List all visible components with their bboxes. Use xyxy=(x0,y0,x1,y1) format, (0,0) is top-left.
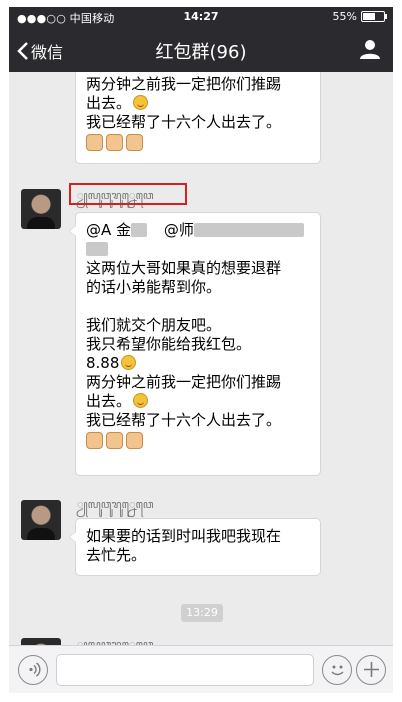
more-button[interactable] xyxy=(356,655,386,685)
message-list[interactable]: 两分钟之前我一定把你们推踢 出去。 我已经帮了十六个人出去了。 ꦾꦭꦸꦮꦸꦫꦸ꧀… xyxy=(9,72,393,645)
redacted-line xyxy=(86,240,310,259)
voice-toggle-button[interactable] xyxy=(18,655,48,685)
redacted-block xyxy=(86,242,108,256)
message-bubble[interactable]: 如果要的话到时叫我吧我现在 去忙先。 xyxy=(69,518,321,576)
emoji-row xyxy=(86,134,310,151)
sender-nickname: ꦾꦭꦸꦮꦸꦫꦸ꧀ꦤꦺꦮꦺ xyxy=(77,498,154,511)
battery-percent: 55% xyxy=(332,10,357,23)
nav-bar: 微信 红包群(96) xyxy=(9,27,393,72)
handshake-emoji-icon xyxy=(86,134,103,151)
message-line: 我们就交个朋友吧。 xyxy=(86,316,222,334)
battery-icon xyxy=(361,11,387,22)
message-line: 这两位大哥如果真的想要退群 xyxy=(86,259,282,277)
message-line: 8.88 xyxy=(86,354,310,373)
sender-nickname: ꦾꦭꦸꦮꦸꦫꦸ꧀ꦤꦺꦮꦺ xyxy=(77,638,154,645)
voice-icon xyxy=(28,662,40,677)
message-line: 出去。 xyxy=(86,392,310,411)
smile-emoji-icon xyxy=(121,355,137,370)
phone-frame: ●●●○○ 中国移动 14:27 55% 微信 红包群(96) 两分钟之前我一定… xyxy=(0,0,402,702)
avatar[interactable] xyxy=(21,500,61,540)
message-line: 出去。 xyxy=(86,94,310,113)
message-line: 我只希望你能给我红包。 xyxy=(86,335,252,353)
plus-icon xyxy=(363,662,379,677)
victory-hand-emoji-icon xyxy=(106,432,123,449)
smile-emoji-icon xyxy=(133,393,149,408)
message-line: 去忙先。 xyxy=(86,546,147,564)
message-bubble[interactable]: 两分钟之前我一定把你们推踢 出去。 我已经帮了十六个人出去了。 xyxy=(75,72,321,164)
thumbs-up-emoji-icon xyxy=(126,134,143,151)
mention-line: @A 金 @师 xyxy=(86,221,310,240)
redacted-block xyxy=(193,223,304,237)
smile-emoji-icon xyxy=(133,95,149,110)
battery-status: 55% xyxy=(332,10,387,23)
redacted-block xyxy=(131,223,148,237)
group-members-icon[interactable] xyxy=(359,38,381,60)
avatar[interactable] xyxy=(21,189,61,229)
chat-screen: ●●●○○ 中国移动 14:27 55% 微信 红包群(96) 两分钟之前我一定… xyxy=(9,7,393,693)
handshake-emoji-icon xyxy=(86,432,103,449)
message-input[interactable] xyxy=(56,654,314,686)
chat-title: 红包群(96) xyxy=(155,42,247,63)
emoji-button[interactable] xyxy=(322,655,352,685)
highlight-box xyxy=(69,183,187,205)
avatar[interactable] xyxy=(21,638,61,645)
mention-a: @A 金 xyxy=(86,221,132,239)
message-line: 两分钟之前我一定把你们推踢 xyxy=(86,373,282,391)
smiley-icon xyxy=(330,665,344,676)
victory-hand-emoji-icon xyxy=(106,134,123,151)
input-bar xyxy=(9,645,393,693)
emoji-row xyxy=(86,432,310,449)
message-line: 我已经帮了十六个人出去了。 xyxy=(86,411,282,429)
mention-b: @师 xyxy=(163,221,194,239)
message-line: 两分钟之前我一定把你们推踢 xyxy=(86,75,282,93)
thumbs-up-emoji-icon xyxy=(126,432,143,449)
status-bar: ●●●○○ 中国移动 14:27 55% xyxy=(9,7,393,27)
message-line: 如果要的话到时叫我吧我现在 xyxy=(86,527,282,545)
message-line: 的话小弟能帮到你。 xyxy=(86,278,222,296)
time-separator: 13:29 xyxy=(181,604,223,622)
message-line: 我已经帮了十六个人出去了。 xyxy=(86,113,282,131)
message-bubble[interactable]: @A 金 @师 这两位大哥如果真的想要退群 的话小弟能帮到你。 我们就交个朋友吧… xyxy=(69,212,321,476)
